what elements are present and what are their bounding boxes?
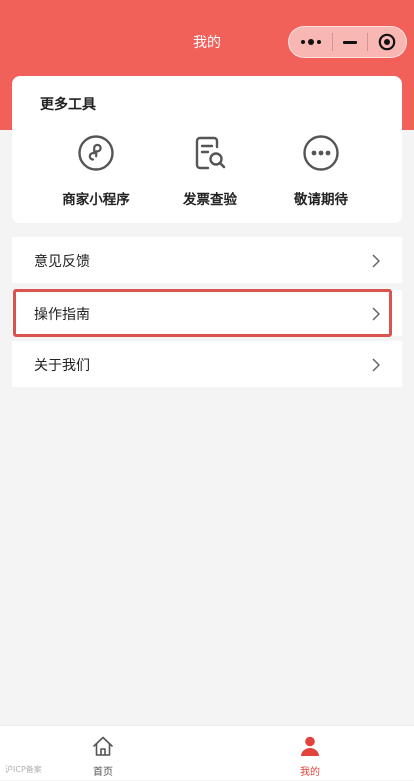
tool-coming-soon[interactable]: 敬请期待 [266,134,376,208]
tab-label: 我的 [300,767,320,778]
menu-item-label: 关于我们 [34,358,90,374]
minimize-icon[interactable] [333,26,366,58]
menu-item-label: 操作指南 [34,307,90,323]
tools-card: 更多工具 商家小程序 发票查验 敬请期待 [12,76,402,223]
tool-label: 商家小程序 [62,192,130,208]
tool-merchant-mini-program[interactable]: 商家小程序 [41,134,151,208]
home-icon [63,735,143,761]
menu-item-guide[interactable]: 操作指南 [12,290,402,336]
tool-label: 发票查验 [183,192,237,208]
mini-program-capsule [288,26,407,58]
tools-title: 更多工具 [40,97,96,113]
chevron-right-icon [372,357,381,376]
menu-item-about[interactable]: 关于我们 [12,341,402,387]
menu-item-label: 意见反馈 [34,254,90,270]
menu-item-feedback[interactable]: 意见反馈 [12,237,402,283]
target-circle-icon[interactable] [368,26,406,58]
person-icon [270,735,350,761]
tab-mine[interactable]: 我的 [270,726,350,781]
chevron-right-icon [372,253,381,272]
chevron-right-icon [372,306,381,325]
more-circle-icon [266,134,376,176]
tab-home[interactable]: 首页 [63,726,143,781]
mini-program-icon [41,134,151,176]
watermark: 沪ICP备案 [5,765,42,774]
tab-bar: 首页 我的 [0,725,414,780]
more-dots-icon[interactable] [289,26,332,58]
invoice-search-icon [155,134,265,176]
tool-invoice-check[interactable]: 发票查验 [155,134,265,208]
tab-label: 首页 [93,767,113,778]
tool-label: 敬请期待 [294,192,348,208]
